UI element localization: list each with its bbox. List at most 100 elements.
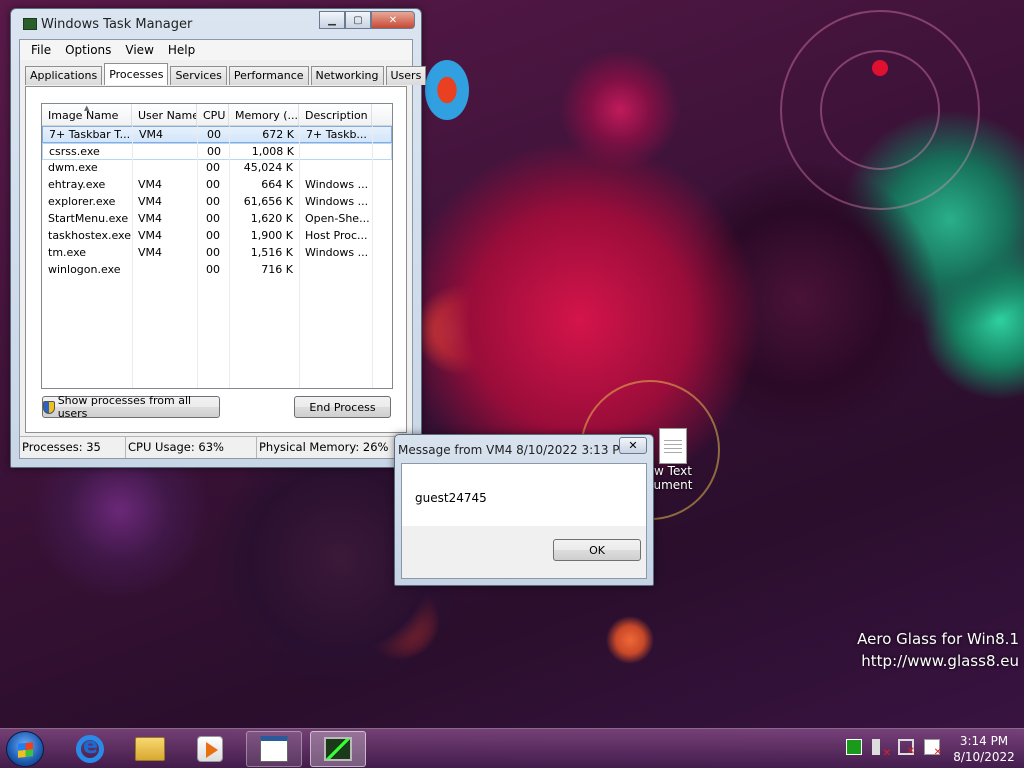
taskbar-internet-explorer[interactable] xyxy=(62,731,118,767)
status-cpu: CPU Usage: 63% xyxy=(126,437,257,458)
tab-applications[interactable]: Applications xyxy=(25,66,103,85)
notification-error-icon[interactable] xyxy=(924,739,942,758)
cell-user-name: VM4 xyxy=(138,195,163,208)
cell-cpu: 00 xyxy=(206,178,220,191)
list-body: 7+ Taskbar T... VM4 00 672 K 7+ Taskb... csrs… xyxy=(42,126,392,279)
cell-description xyxy=(300,144,373,159)
cell-user-name xyxy=(132,262,197,279)
taskbar: 3:14 PM 8/10/2022 xyxy=(0,728,1024,768)
action-center-flag-icon[interactable] xyxy=(846,739,862,755)
desktop-icon-new-text-document[interactable]: w Text ument xyxy=(648,428,698,492)
system-tray xyxy=(846,739,942,759)
table-row[interactable]: taskhostex.exe VM4 00 1,900 K Host Proc... xyxy=(42,228,392,245)
cell-user-name: VM4 xyxy=(138,229,163,242)
cell-image-name: ehtray.exe xyxy=(48,178,106,191)
taskbar-notepad[interactable] xyxy=(246,731,302,767)
cell-user-name: VM4 xyxy=(138,212,163,225)
cell-image-name: csrss.exe xyxy=(49,145,100,158)
cell-image-name: winlogon.exe xyxy=(48,263,121,276)
cell-description: Open-She... xyxy=(305,212,370,225)
status-processes: Processes: 35 xyxy=(20,437,126,458)
cell-cpu: 00 xyxy=(206,263,220,276)
button-label: Show processes from all users xyxy=(57,394,192,420)
desktop-icon-label-1: w Text xyxy=(654,464,692,478)
table-row[interactable]: explorer.exe VM4 00 61,656 K Windows ... xyxy=(42,194,392,211)
cell-cpu: 00 xyxy=(206,212,220,225)
column-user-name[interactable]: User Name xyxy=(132,104,197,125)
folder-icon xyxy=(135,737,165,761)
table-row[interactable]: ehtray.exe VM4 00 664 K Windows ... xyxy=(42,177,392,194)
cell-image-name: 7+ Taskbar T... xyxy=(49,128,131,141)
cell-description: Windows ... xyxy=(305,195,369,208)
tab-services[interactable]: Services xyxy=(170,66,227,85)
menu-help[interactable]: Help xyxy=(161,43,202,57)
media-player-icon xyxy=(197,736,223,762)
cell-memory: 45,024 K xyxy=(243,161,293,174)
table-row[interactable]: csrss.exe 00 1,008 K xyxy=(42,143,392,160)
tab-networking[interactable]: Networking xyxy=(310,66,384,85)
maximize-icon: ▢ xyxy=(353,14,363,26)
menu-options[interactable]: Options xyxy=(58,43,118,57)
cell-cpu: 00 xyxy=(206,161,220,174)
close-button[interactable]: ✕ xyxy=(371,11,415,29)
clock-date: 8/10/2022 xyxy=(953,750,1015,764)
cell-cpu: 00 xyxy=(206,246,220,259)
process-list[interactable]: ▲ Image Name User Name CPU Memory (... De… xyxy=(41,103,393,389)
table-row[interactable]: StartMenu.exe VM4 00 1,620 K Open-She... xyxy=(42,211,392,228)
network-disconnected-icon[interactable] xyxy=(898,739,915,757)
ok-button[interactable]: OK xyxy=(553,539,641,561)
dialog-title: Message from VM4 8/10/2022 3:13 PM xyxy=(398,443,630,457)
table-row[interactable]: 7+ Taskbar T... VM4 00 672 K 7+ Taskb... xyxy=(42,126,392,143)
cell-cpu: 00 xyxy=(206,229,220,242)
cell-user-name xyxy=(133,144,198,159)
menu-bar: File Options View Help xyxy=(20,40,412,60)
cell-cpu: 00 xyxy=(206,195,220,208)
cell-description: Windows ... xyxy=(305,246,369,259)
column-memory[interactable]: Memory (... xyxy=(229,104,299,125)
message-dialog[interactable]: Message from VM4 8/10/2022 3:13 PM ✕ gue… xyxy=(394,434,654,586)
minimize-button[interactable]: ▁ xyxy=(319,11,345,29)
task-manager-icon xyxy=(324,737,352,761)
start-button[interactable] xyxy=(6,731,44,767)
desktop-icon-label-2: ument xyxy=(653,478,693,492)
tab-users[interactable]: Users xyxy=(385,66,427,85)
cell-cpu: 00 xyxy=(207,145,221,158)
cell-user-name: VM4 xyxy=(138,246,163,259)
menu-view[interactable]: View xyxy=(118,43,160,57)
volume-muted-icon[interactable] xyxy=(872,739,891,759)
tab-processes[interactable]: Processes xyxy=(104,63,169,85)
table-row[interactable]: winlogon.exe 00 716 K xyxy=(42,262,392,279)
cell-image-name: dwm.exe xyxy=(48,161,98,174)
internet-explorer-icon xyxy=(76,734,104,763)
end-process-button[interactable]: End Process xyxy=(294,396,391,418)
dialog-footer: OK xyxy=(402,526,646,578)
show-all-users-button[interactable]: Show processes from all users xyxy=(42,394,220,420)
table-row[interactable]: dwm.exe 00 45,024 K xyxy=(42,160,392,177)
cell-image-name: StartMenu.exe xyxy=(48,212,129,225)
taskbar-media-player[interactable] xyxy=(182,731,238,767)
list-header: ▲ Image Name User Name CPU Memory (... De… xyxy=(42,104,392,126)
column-image-name[interactable]: ▲ Image Name xyxy=(42,104,132,125)
cell-memory: 1,900 K xyxy=(250,229,293,242)
column-description[interactable]: Description xyxy=(299,104,372,125)
cell-memory: 672 K xyxy=(262,128,294,141)
cell-image-name: explorer.exe xyxy=(48,195,116,208)
taskbar-file-explorer[interactable] xyxy=(122,731,178,767)
clock[interactable]: 3:14 PM 8/10/2022 xyxy=(944,733,1024,765)
title-bar[interactable]: Windows Task Manager ▁ ▢ ✕ xyxy=(11,9,421,39)
menu-file[interactable]: File xyxy=(24,43,58,57)
taskbar-task-manager[interactable] xyxy=(310,731,366,767)
cell-user-name: VM4 xyxy=(138,178,163,191)
maximize-button[interactable]: ▢ xyxy=(345,11,371,29)
uac-shield-icon xyxy=(43,400,55,414)
cell-user-name: VM4 xyxy=(139,128,164,141)
cell-image-name: tm.exe xyxy=(48,246,87,259)
cell-image-name: taskhostex.exe xyxy=(48,229,131,242)
column-cpu[interactable]: CPU xyxy=(197,104,229,125)
minimize-icon: ▁ xyxy=(328,14,336,26)
dialog-close-button[interactable]: ✕ xyxy=(619,437,647,454)
cell-cpu: 00 xyxy=(207,128,221,141)
tab-performance[interactable]: Performance xyxy=(228,66,309,85)
task-manager-window[interactable]: Windows Task Manager ▁ ▢ ✕ File Options … xyxy=(10,8,427,468)
table-row[interactable]: tm.exe VM4 00 1,516 K Windows ... xyxy=(42,245,392,262)
